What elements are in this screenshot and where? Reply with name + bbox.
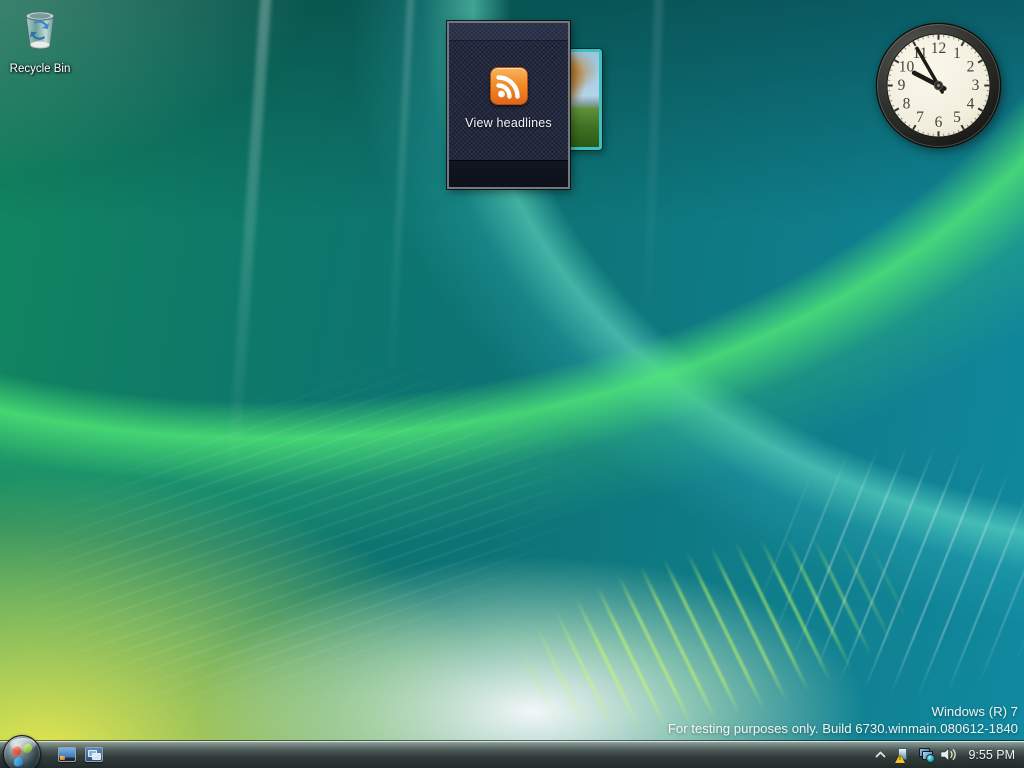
taskbar: 9:55 PM [0,735,1024,768]
quick-launch-bar [58,747,103,762]
start-button[interactable] [3,735,41,768]
taskbar-clock[interactable]: 9:55 PM [964,748,1015,762]
svg-text:3: 3 [972,77,980,94]
device-warning-icon[interactable] [895,747,912,763]
system-tray: 9:55 PM [872,741,1024,768]
rss-icon [489,67,528,105]
windows-flag-icon [11,742,34,768]
rss-gadget-label: View headlines [465,116,552,130]
rss-gadget-footer [449,160,568,187]
rss-feed-gadget[interactable]: View headlines [447,21,570,189]
wallpaper-light-beam [384,0,415,430]
svg-text:12: 12 [931,40,947,57]
volume-icon[interactable] [941,747,958,763]
wallpaper-green-streaks [410,455,1010,741]
recycle-bin-label: Recycle Bin [9,63,71,75]
svg-text:2: 2 [967,59,975,76]
svg-text:7: 7 [916,109,924,126]
watermark-line2: For testing purposes only. Build 6730.wi… [667,721,1018,736]
switch-windows-icon[interactable] [85,747,103,762]
desktop-icon-recycle-bin[interactable]: Recycle Bin [4,8,76,77]
svg-text:5: 5 [953,109,961,126]
desktop: Recycle Bin View headlines 12 1 2 3 4 5 … [0,0,1024,741]
wallpaper-cyan-streaks [700,400,1024,740]
svg-text:8: 8 [903,96,911,113]
clock-gadget[interactable]: 121234567891011 [875,22,1002,149]
watermark-line1: Windows (R) 7 [931,704,1018,719]
wallpaper-light-beam [641,0,664,371]
show-desktop-icon[interactable] [58,747,76,762]
wallpaper-light-beam [223,0,272,530]
wallpaper-line-fan [0,208,748,741]
svg-text:1: 1 [953,45,961,62]
svg-text:6: 6 [935,114,943,131]
recycle-bin-icon [25,11,55,50]
build-watermark: Windows (R) 7 For testing purposes only.… [668,703,1018,737]
svg-text:9: 9 [898,77,906,94]
network-icon[interactable] [918,747,936,763]
tray-expand-chevron[interactable] [872,747,889,763]
svg-text:4: 4 [967,96,975,113]
analog-clock-icon: 121234567891011 [875,22,1002,149]
